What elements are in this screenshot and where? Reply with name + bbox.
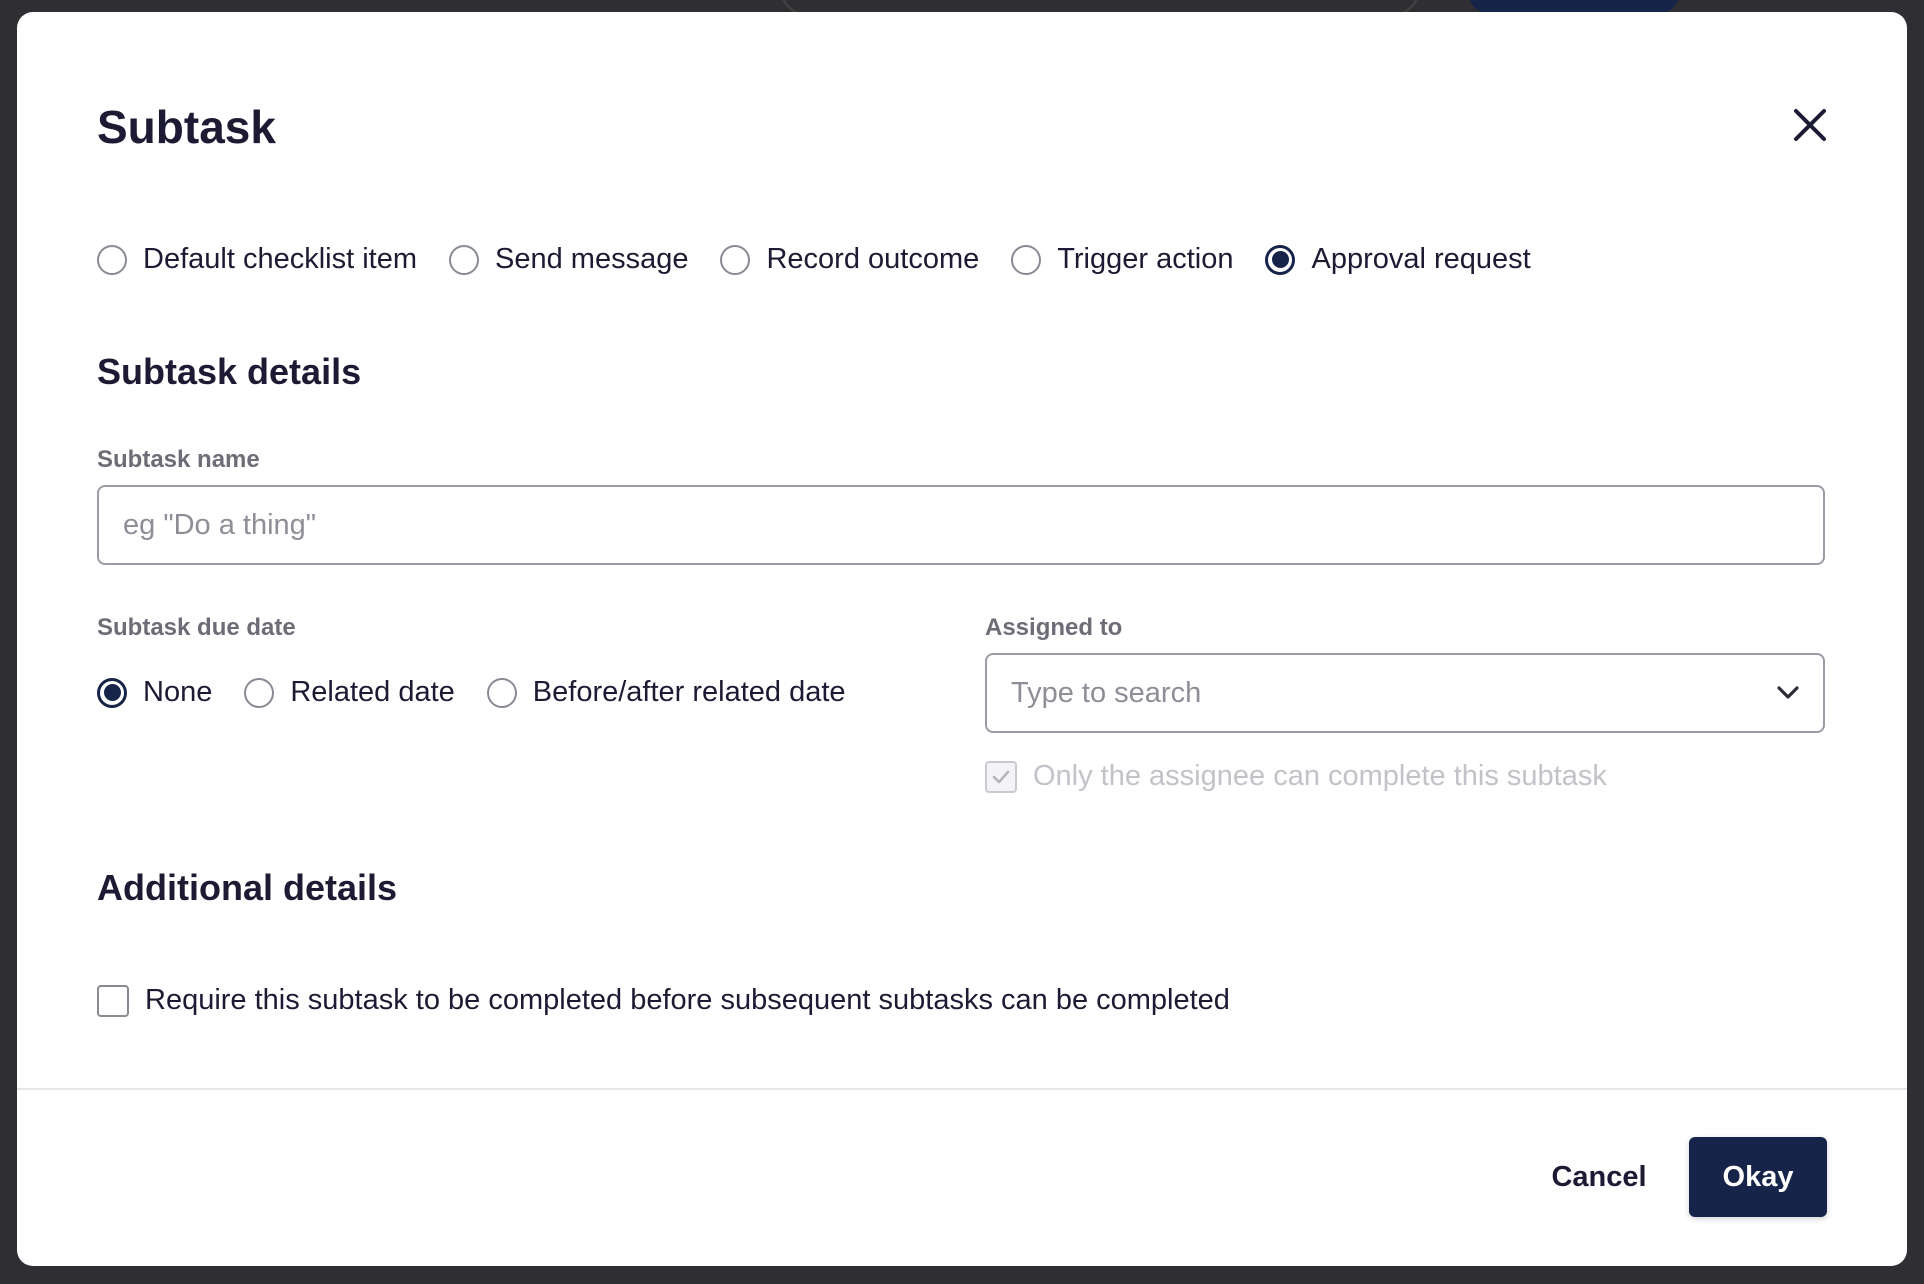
close-button[interactable] <box>1783 98 1837 152</box>
assigned-to-select[interactable]: Type to search <box>985 653 1825 733</box>
due-date-group: None Related date Before/after related d… <box>97 676 878 709</box>
radio-button[interactable] <box>486 677 517 708</box>
chevron-down-icon <box>1777 686 1799 699</box>
okay-button[interactable]: Okay <box>1689 1137 1827 1217</box>
assigned-to-placeholder: Type to search <box>1011 676 1202 709</box>
radio-button-selected[interactable] <box>97 677 127 708</box>
subtask-type-approval-request[interactable]: Approval request <box>1265 243 1531 276</box>
assignee-only-row: Only the assignee can complete this subt… <box>985 760 1607 793</box>
require-completion-checkbox[interactable] <box>97 984 129 1017</box>
radio-button[interactable] <box>449 244 479 275</box>
assignee-only-label: Only the assignee can complete this subt… <box>1033 760 1607 792</box>
radio-label: Record outcome <box>766 243 980 275</box>
radio-button[interactable] <box>244 677 275 708</box>
radio-button[interactable] <box>1011 244 1042 275</box>
cancel-button[interactable]: Cancel <box>1533 1137 1665 1217</box>
require-completion-label: Require this subtask to be completed bef… <box>145 984 1230 1016</box>
subtask-name-label: Subtask name <box>97 446 260 473</box>
radio-label: Default checklist item <box>143 243 417 275</box>
subtask-type-record-outcome[interactable]: Record outcome <box>720 243 979 276</box>
radio-label: None <box>143 676 213 708</box>
subtask-type-send-message[interactable]: Send message <box>449 243 688 276</box>
subtask-modal: Subtask Default checklist item Send mess… <box>17 12 1907 1266</box>
checkmark-icon <box>992 770 1010 783</box>
radio-button-selected[interactable] <box>1265 244 1296 275</box>
modal-title: Subtask <box>97 101 276 153</box>
subtask-name-input[interactable] <box>97 485 1825 565</box>
subtask-type-default-checklist[interactable]: Default checklist item <box>97 243 417 276</box>
radio-button[interactable] <box>720 244 751 275</box>
footer-divider <box>17 1088 1907 1090</box>
additional-details-heading: Additional details <box>97 867 398 908</box>
subtask-type-trigger-action[interactable]: Trigger action <box>1011 243 1233 276</box>
assignee-only-checkbox[interactable] <box>985 760 1017 793</box>
radio-label: Send message <box>495 243 689 275</box>
radio-label: Before/after related date <box>532 676 846 708</box>
subtask-details-heading: Subtask details <box>97 351 362 392</box>
assigned-to-label: Assigned to <box>985 614 1123 641</box>
due-date-before-after[interactable]: Before/after related date <box>486 676 846 709</box>
due-date-label: Subtask due date <box>97 614 296 641</box>
subtask-type-group: Default checklist item Send message Reco… <box>97 243 1563 276</box>
radio-button[interactable] <box>97 244 127 275</box>
due-date-related[interactable]: Related date <box>244 676 455 709</box>
due-date-none[interactable]: None <box>97 676 212 709</box>
radio-label: Approval request <box>1311 243 1531 275</box>
close-icon <box>1794 109 1826 141</box>
require-completion-row: Require this subtask to be completed bef… <box>97 984 1230 1017</box>
radio-label: Trigger action <box>1057 243 1234 275</box>
radio-label: Related date <box>290 676 455 708</box>
